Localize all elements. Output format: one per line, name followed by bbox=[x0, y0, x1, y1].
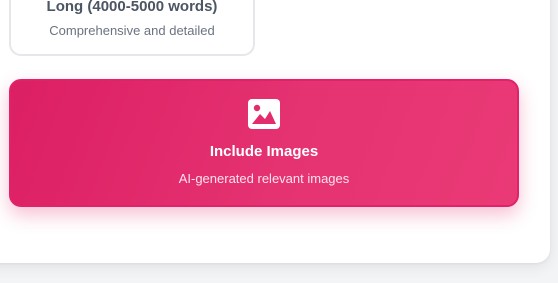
page: Long (4000-5000 words) Comprehensive and… bbox=[0, 0, 558, 283]
length-option-long-card[interactable]: Long (4000-5000 words) Comprehensive and… bbox=[9, 0, 255, 56]
include-images-title: Include Images bbox=[209, 143, 319, 160]
include-images-description: AI-generated relevant images bbox=[178, 171, 350, 186]
length-option-title: Long (4000-5000 words) bbox=[46, 0, 218, 15]
length-option-description: Comprehensive and detailed bbox=[49, 23, 215, 38]
image-icon bbox=[248, 99, 280, 129]
include-images-toggle-card[interactable]: Include Images AI-generated relevant ima… bbox=[9, 79, 519, 207]
